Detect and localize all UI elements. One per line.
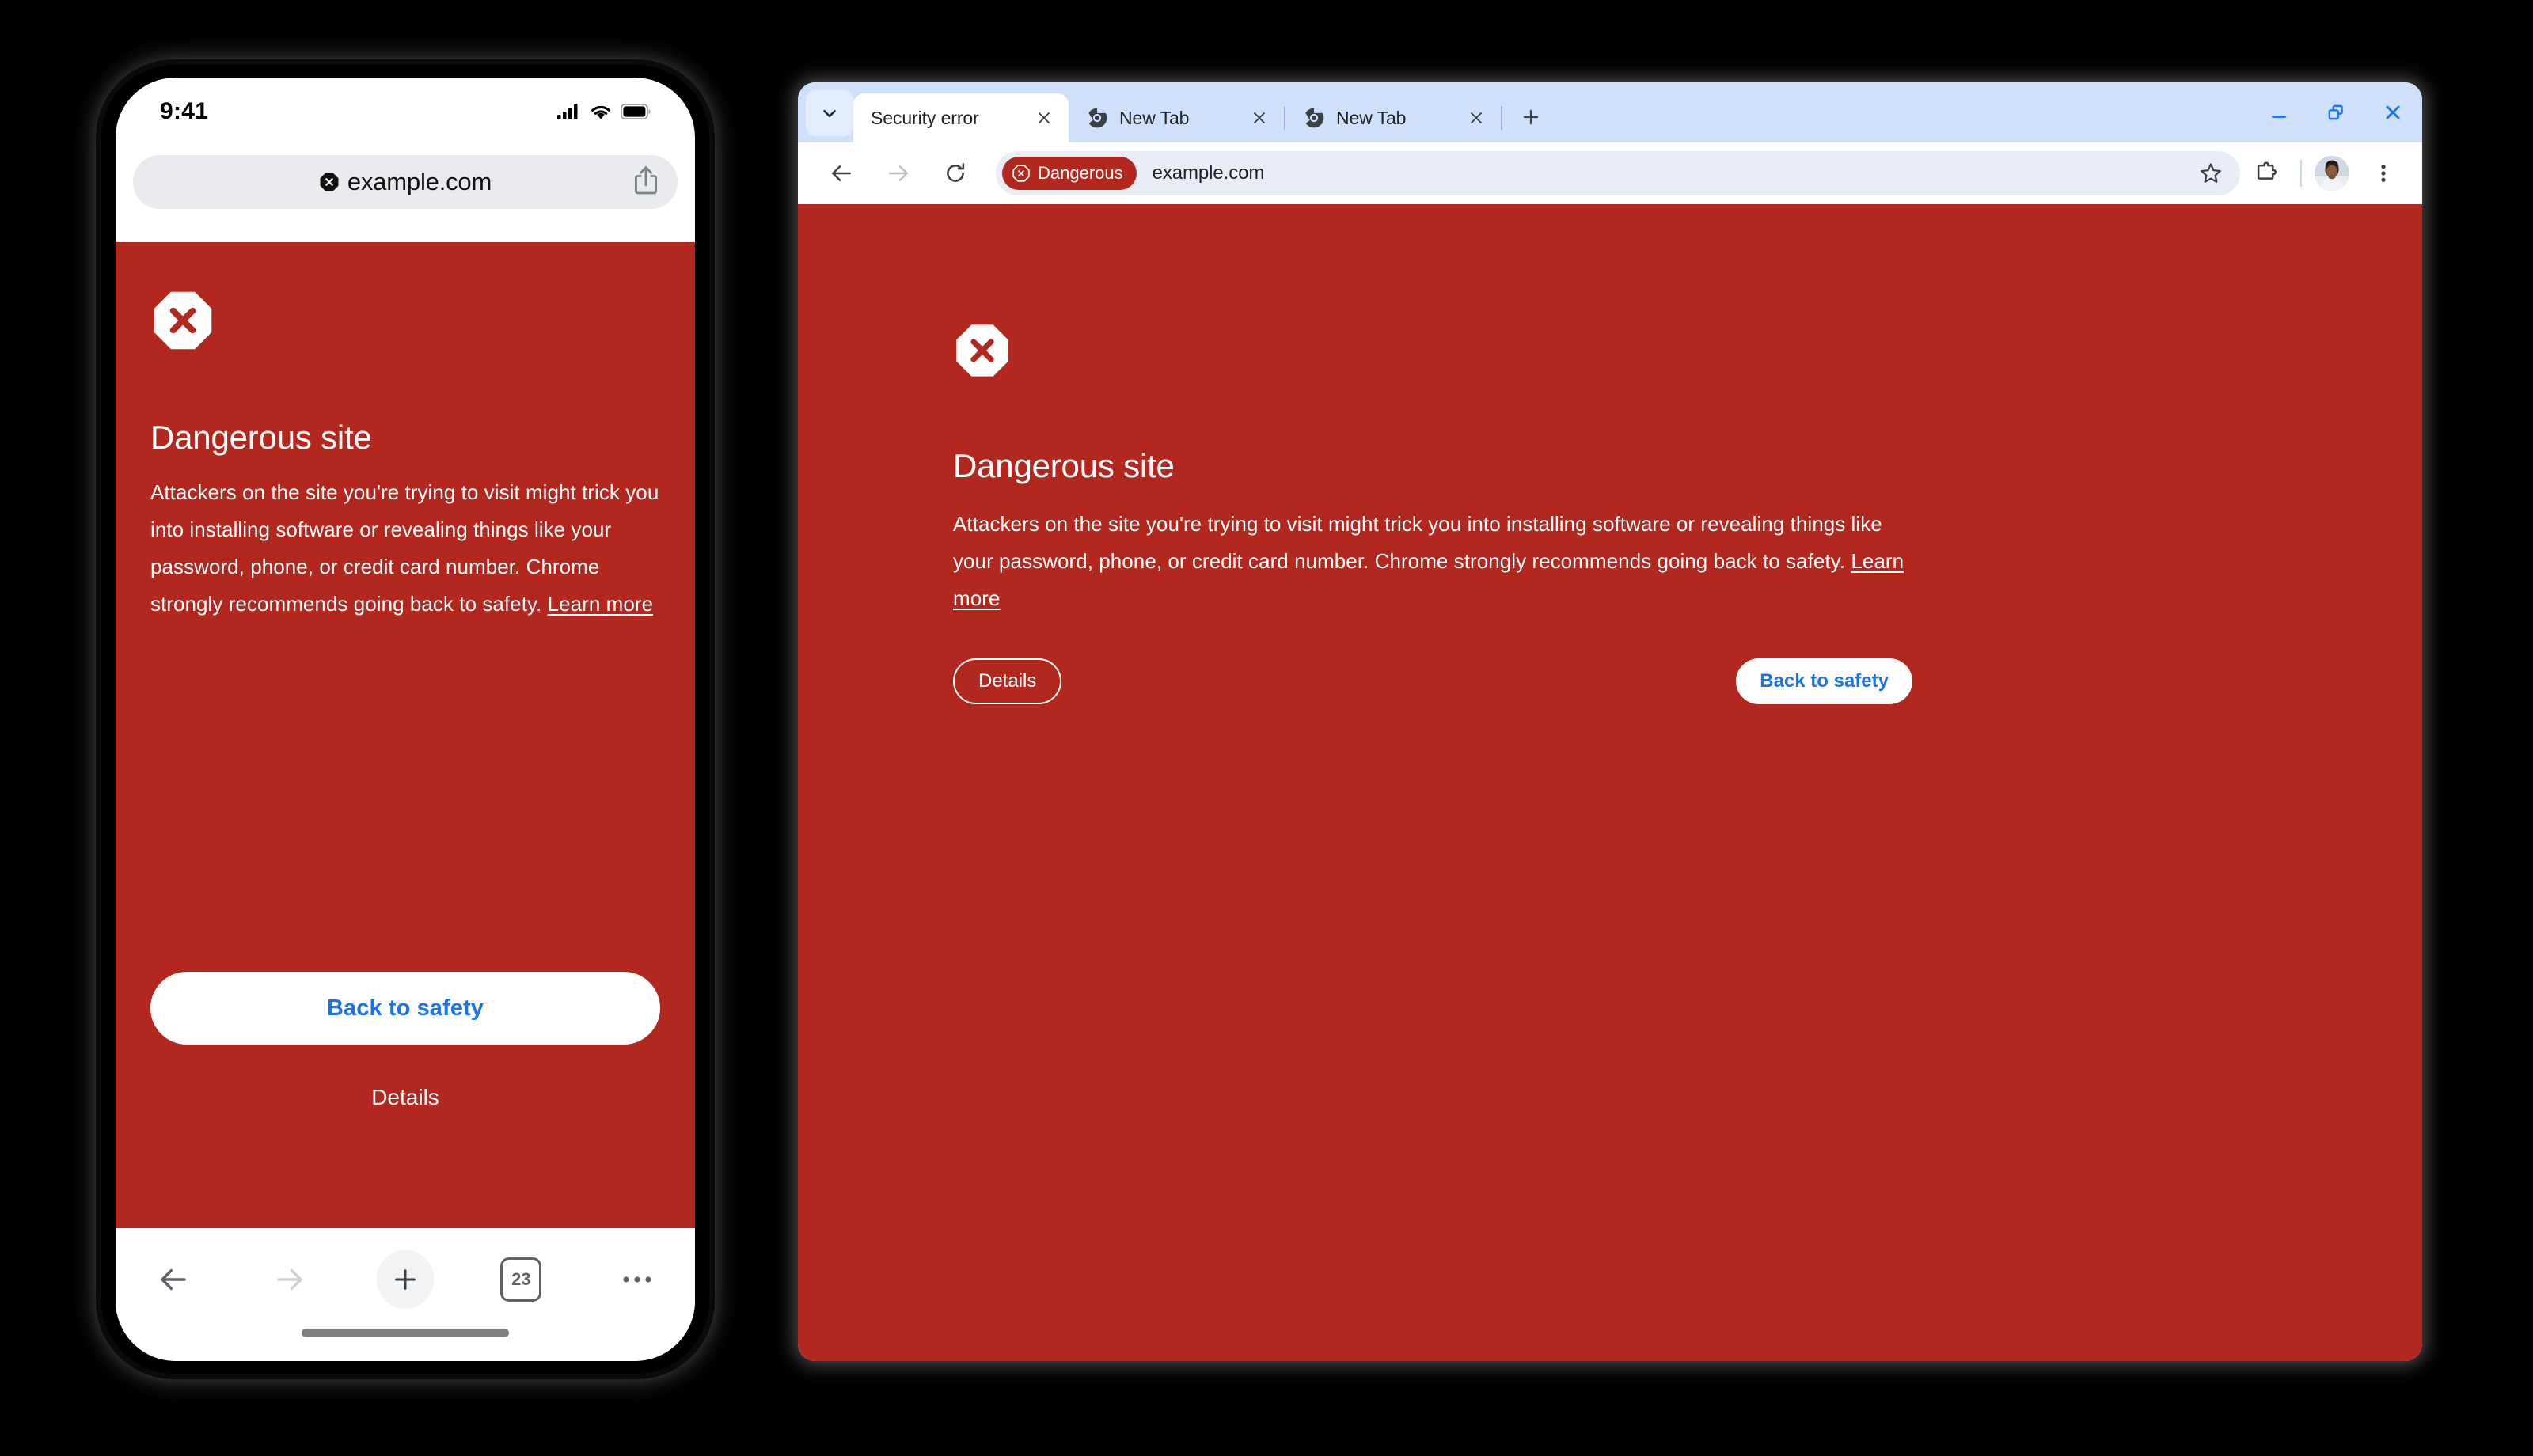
- window-controls: [2264, 82, 2422, 142]
- mobile-tab-switcher-button[interactable]: 23: [463, 1250, 579, 1309]
- interstitial-body: Attackers on the site you're trying to v…: [150, 474, 660, 623]
- close-window-icon[interactable]: [2378, 97, 2408, 127]
- extensions-button[interactable]: [2245, 152, 2288, 195]
- reload-icon: [947, 163, 965, 182]
- details-button[interactable]: Details: [953, 658, 1062, 704]
- chevron-down-icon: [823, 109, 836, 118]
- cellular-signal-icon: [557, 104, 578, 119]
- arrow-back-icon: [161, 1268, 186, 1291]
- mobile-menu-button[interactable]: [579, 1250, 695, 1309]
- back-to-safety-button[interactable]: Back to safety: [1736, 658, 1912, 704]
- more-vertical-icon: [2381, 165, 2386, 182]
- mobile-url-text: example.com: [347, 168, 492, 195]
- omnibox-url-text: example.com: [1152, 162, 1265, 184]
- battery-full-icon: [621, 104, 651, 119]
- home-indicator: [302, 1329, 509, 1337]
- browser-forward-button[interactable]: [877, 152, 920, 195]
- status-bar-time: 9:41: [160, 98, 209, 124]
- tab-search-button[interactable]: [806, 90, 853, 136]
- tab-new-tab-1[interactable]: New Tab: [1069, 93, 1284, 142]
- status-bar-icons: [557, 103, 651, 120]
- page-title: Dangerous site: [150, 419, 372, 456]
- tab-count-badge: 23: [500, 1257, 542, 1302]
- chrome-logo-icon: [1303, 107, 1325, 129]
- mobile-interstitial: Dangerous site Attackers on the site you…: [116, 242, 695, 1228]
- mobile-forward-button[interactable]: [231, 1250, 347, 1309]
- arrow-forward-icon: [276, 1268, 302, 1291]
- mobile-bottom-toolbar: 23: [116, 1228, 695, 1361]
- tab-strip: Security error New Tab New Tab: [798, 82, 2422, 142]
- plus-icon: [377, 1250, 435, 1309]
- mobile-address-bar-content: example.com: [319, 168, 492, 196]
- mobile-status-bar: 9:41: [116, 78, 695, 146]
- mobile-address-bar[interactable]: example.com: [133, 155, 678, 209]
- mobile-new-tab-button[interactable]: [347, 1250, 463, 1309]
- reload-button[interactable]: [934, 152, 977, 195]
- star-icon: [2201, 163, 2221, 183]
- tab-title: New Tab: [1119, 107, 1190, 128]
- arrow-forward-icon: [889, 165, 908, 181]
- chrome-logo-icon: [1086, 107, 1108, 129]
- tab-title: New Tab: [1336, 107, 1407, 128]
- address-bar[interactable]: Dangerous example.com: [996, 151, 2240, 195]
- minimize-icon[interactable]: [2264, 97, 2294, 127]
- toolbar-right-actions: [2245, 152, 2405, 195]
- back-to-safety-button[interactable]: Back to safety: [150, 972, 660, 1045]
- browser-back-button[interactable]: [820, 152, 863, 195]
- close-icon[interactable]: [1031, 104, 1058, 131]
- bookmark-button[interactable]: [2191, 154, 2231, 193]
- mobile-screen: 9:41 example.com Dangerous site Attacker…: [116, 78, 695, 1361]
- close-icon[interactable]: [1246, 104, 1273, 131]
- details-button[interactable]: Details: [116, 1084, 695, 1111]
- page-title: Dangerous site: [953, 447, 1175, 484]
- wifi-icon: [591, 105, 610, 119]
- avatar[interactable]: [2315, 156, 2349, 191]
- mobile-back-button[interactable]: [116, 1250, 231, 1309]
- plus-icon: [1523, 109, 1539, 125]
- learn-more-link[interactable]: Learn more: [548, 592, 653, 616]
- desktop-interstitial: Dangerous site Attackers on the site you…: [798, 204, 2422, 1361]
- browser-menu-button[interactable]: [2362, 152, 2405, 195]
- dangerous-octagon-icon: [1012, 165, 1030, 182]
- puzzle-piece-icon: [2257, 161, 2277, 180]
- desktop-browser-window: Security error New Tab New Tab Dangerous…: [798, 82, 2422, 1361]
- security-status-badge[interactable]: Dangerous: [1002, 157, 1137, 190]
- browser-toolbar: Dangerous example.com: [798, 142, 2422, 204]
- tab-new-tab-2[interactable]: New Tab: [1285, 93, 1501, 142]
- interstitial-body-text: Attackers on the site you're trying to v…: [953, 512, 1882, 573]
- security-status-label: Dangerous: [1038, 163, 1123, 183]
- tab-separator: [1501, 106, 1502, 130]
- new-tab-button[interactable]: [1510, 97, 1551, 138]
- arrow-back-icon: [832, 165, 851, 181]
- tab-security-error[interactable]: Security error: [853, 93, 1069, 142]
- interstitial-body: Attackers on the site you're trying to v…: [953, 506, 1920, 617]
- dangerous-octagon-icon: [320, 173, 339, 191]
- tab-title: Security error: [871, 107, 979, 128]
- dangerous-octagon-icon: [150, 288, 660, 357]
- more-horizontal-icon: [623, 1276, 651, 1283]
- toolbar-separator: [2300, 160, 2302, 187]
- mobile-phone-device: 9:41 example.com Dangerous site Attacker…: [101, 65, 709, 1374]
- close-icon[interactable]: [1463, 104, 1490, 131]
- interstitial-actions: Details Back to safety: [953, 658, 1912, 704]
- restore-window-icon[interactable]: [2321, 97, 2351, 127]
- dangerous-octagon-icon: [953, 321, 2422, 384]
- share-icon[interactable]: [632, 165, 660, 200]
